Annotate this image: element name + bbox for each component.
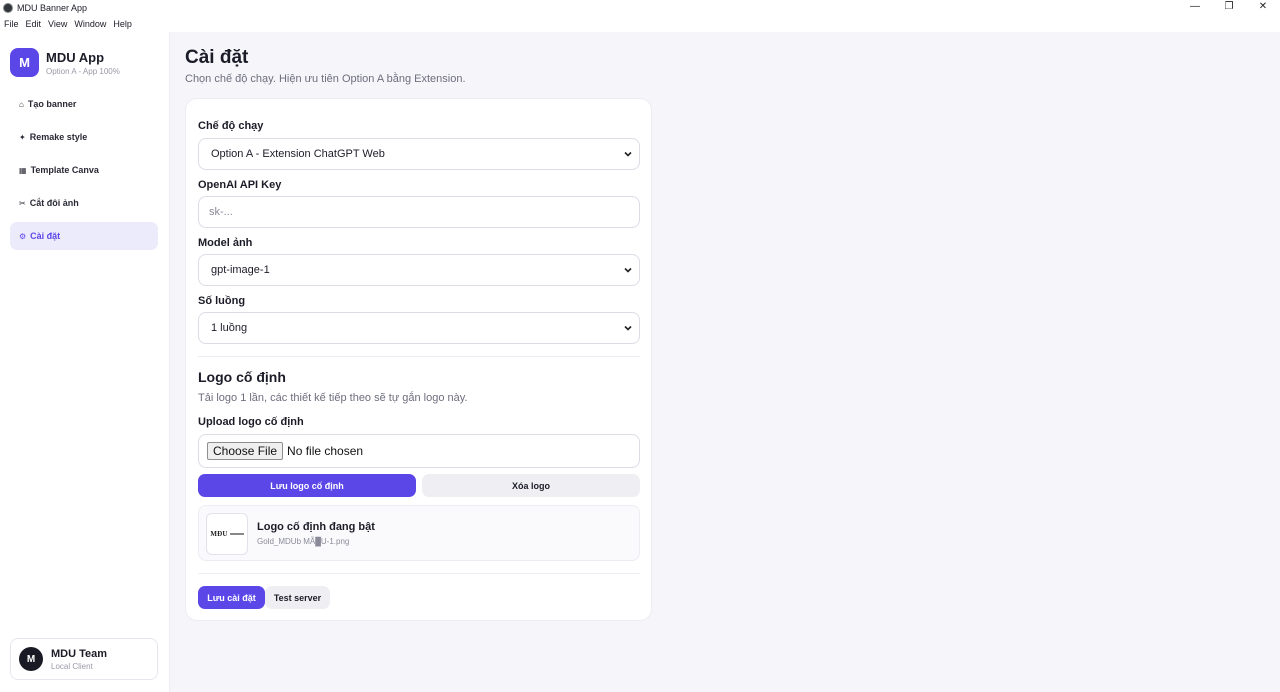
menu-file[interactable]: File <box>4 19 19 29</box>
team-card[interactable]: M MDU Team Local Client <box>10 638 158 680</box>
logo-thumbnail: MĐU <box>206 513 248 555</box>
save-logo-button[interactable]: Lưu logo cố định <box>198 474 416 497</box>
logo-section-title: Logo cố định <box>198 369 286 385</box>
sidebar-item-template-canva[interactable]: ▦ Template Canva <box>10 156 158 184</box>
sidebar-item-label: Template Canva <box>30 165 99 175</box>
window-titlebar: MDU Banner App — ❐ ✕ <box>0 0 1280 16</box>
logo-section-subtitle: Tải logo 1 lần, các thiết kế tiếp theo s… <box>198 392 468 404</box>
app-icon <box>3 3 13 13</box>
sidebar-item-label: Cắt đôi ảnh <box>29 198 79 208</box>
sidebar-item-label: Cài đặt <box>30 231 61 241</box>
sidebar: M MDU App Option A - App 100% ⌂ Tạo bann… <box>0 32 170 692</box>
brand: M MDU App Option A - App 100% <box>10 48 120 77</box>
menu-view[interactable]: View <box>48 19 67 29</box>
api-key-placeholder: sk-... <box>209 206 233 218</box>
threads-label: Số luồng <box>198 295 246 307</box>
team-subtitle: Local Client <box>51 661 93 671</box>
logo-thumbnail-text: MĐU <box>210 530 228 538</box>
api-key-input[interactable]: sk-... <box>198 196 640 228</box>
mode-label: Chế độ chạy <box>198 120 264 132</box>
brand-logo: M <box>10 48 39 77</box>
sidebar-item-label: Tạo banner <box>27 99 77 109</box>
settings-card: Chế độ chạy Option A - Extension ChatGPT… <box>185 98 652 621</box>
menu-edit[interactable]: Edit <box>26 19 42 29</box>
team-name: MDU Team <box>51 647 108 660</box>
menu-bar: File Edit View Window Help <box>0 16 1280 32</box>
model-select[interactable]: gpt-image-1 <box>198 254 640 286</box>
avatar: M <box>19 647 43 671</box>
page-title: Cài đặt <box>185 47 249 68</box>
api-key-label: OpenAI API Key <box>198 179 282 191</box>
file-status: No file chosen <box>287 444 364 458</box>
sidebar-item-remake-style[interactable]: ✦ Remake style <box>10 123 158 151</box>
divider <box>198 573 640 574</box>
home-icon: ⌂ <box>19 99 24 109</box>
mode-select-value: Option A - Extension ChatGPT Web <box>211 148 385 160</box>
page-subtitle: Chọn chế độ chạy. Hiện ưu tiên Option A … <box>185 73 466 85</box>
model-label: Model ảnh <box>198 237 253 249</box>
current-logo-filename: Gold_MDUb MÃ█U-1.png <box>257 537 350 546</box>
chevron-down-icon <box>624 151 632 157</box>
divider <box>198 356 640 357</box>
sidebar-nav: ⌂ Tạo banner ✦ Remake style ▦ Template C… <box>10 90 158 255</box>
brand-subtitle: Option A - App 100% <box>46 66 120 76</box>
sidebar-item-label: Remake style <box>29 132 88 142</box>
current-logo-title: Logo cố định đang bật <box>257 521 375 533</box>
sidebar-item-cai-dat[interactable]: ⚙ Cài đặt <box>10 222 158 250</box>
upload-logo-label: Upload logo cố định <box>198 416 304 428</box>
threads-select[interactable]: 1 luồng <box>198 312 640 344</box>
mode-select[interactable]: Option A - Extension ChatGPT Web <box>198 138 640 170</box>
sidebar-item-tao-banner[interactable]: ⌂ Tạo banner <box>10 90 158 118</box>
sidebar-item-cat-doi-anh[interactable]: ✂ Cắt đôi ảnh <box>10 189 158 217</box>
menu-help[interactable]: Help <box>113 19 132 29</box>
menu-window[interactable]: Window <box>74 19 106 29</box>
template-icon: ▦ <box>19 165 27 175</box>
brand-name: MDU App <box>46 49 105 65</box>
test-server-button[interactable]: Test server <box>265 586 330 609</box>
logo-file-input[interactable]: Choose File No file chosen <box>198 434 640 468</box>
restore-icon[interactable]: ❐ <box>1212 0 1246 16</box>
gear-icon: ⚙ <box>19 231 27 241</box>
window-controls: — ❐ ✕ <box>1178 0 1280 16</box>
delete-logo-button[interactable]: Xóa logo <box>422 474 640 497</box>
window-title: MDU Banner App <box>17 3 88 13</box>
sparkle-icon: ✦ <box>19 132 26 142</box>
save-settings-button[interactable]: Lưu cài đặt <box>198 586 265 609</box>
choose-file-button[interactable]: Choose File <box>207 442 284 460</box>
minimize-icon[interactable]: — <box>1178 0 1212 16</box>
model-select-value: gpt-image-1 <box>211 264 270 276</box>
close-icon[interactable]: ✕ <box>1246 0 1280 16</box>
chevron-down-icon <box>624 325 632 331</box>
threads-select-value: 1 luồng <box>211 322 248 334</box>
chevron-down-icon <box>624 267 632 273</box>
scissors-icon: ✂ <box>19 198 26 208</box>
current-logo-box: MĐU Logo cố định đang bật Gold_MDUb MÃ█U… <box>198 505 640 561</box>
